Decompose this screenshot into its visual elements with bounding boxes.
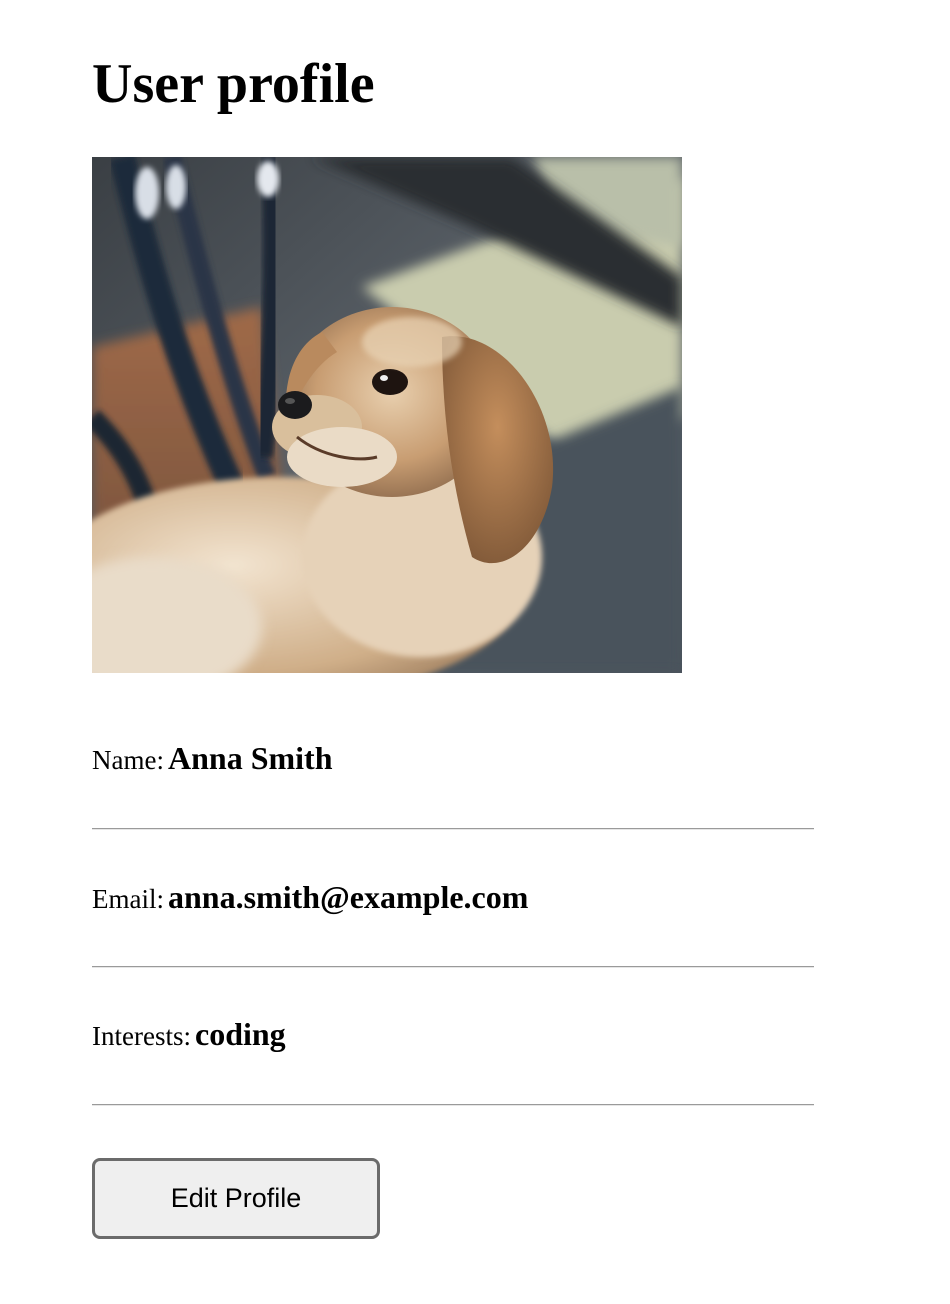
name-value: Anna Smith (167, 740, 333, 776)
divider (92, 966, 814, 968)
page-title: User profile (92, 53, 375, 115)
name-field: Name: Anna Smith (92, 740, 332, 777)
email-label: Email: (92, 884, 164, 914)
name-label: Name: (92, 745, 164, 775)
email-field: Email: anna.smith@example.com (92, 879, 528, 916)
avatar (92, 157, 682, 673)
interests-label: Interests: (92, 1021, 191, 1051)
interests-value: coding (194, 1016, 286, 1052)
avatar-image (92, 157, 682, 673)
interests-field: Interests: coding (92, 1016, 286, 1053)
email-value: anna.smith@example.com (167, 879, 529, 915)
divider (92, 1104, 814, 1106)
edit-profile-button[interactable]: Edit Profile (92, 1158, 380, 1239)
divider (92, 828, 814, 830)
